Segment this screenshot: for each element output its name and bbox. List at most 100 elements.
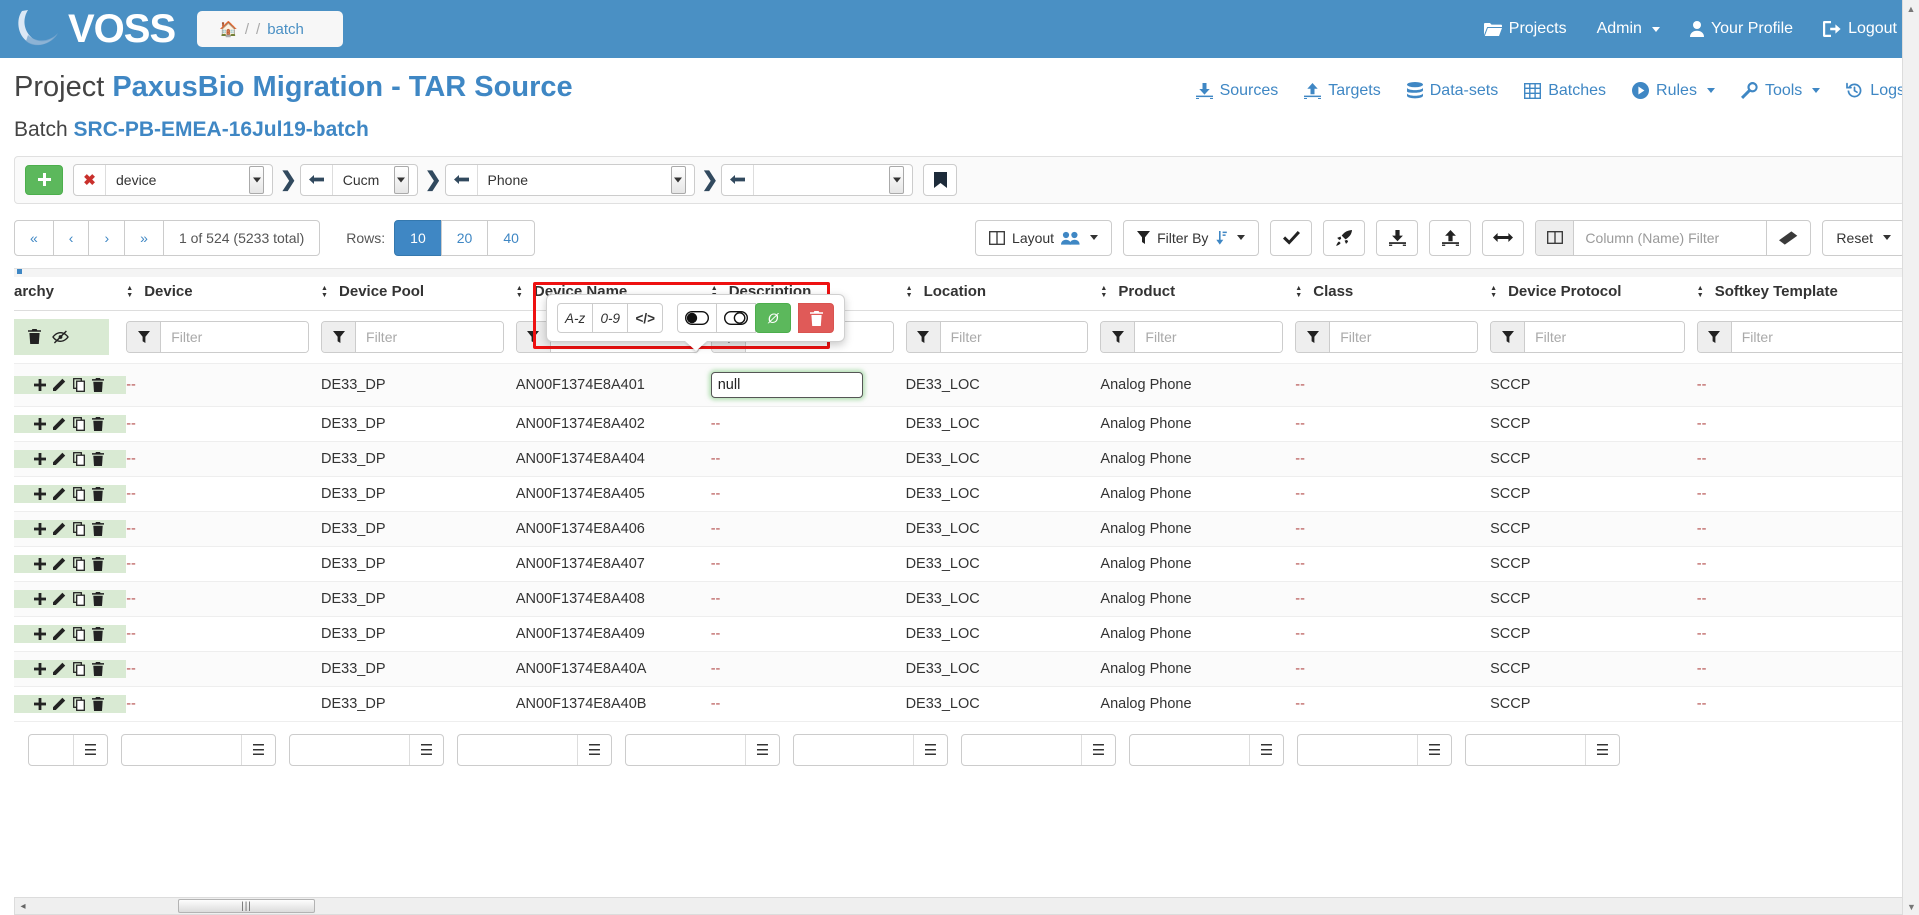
table-row[interactable]: --DE33_DPAN00F1374E8A407--DE33_LOCAnalog…	[14, 546, 1919, 581]
cell-device_protocol[interactable]: SCCP	[1490, 686, 1697, 721]
batch-name-link[interactable]: SRC-PB-EMEA-16Jul19-batch	[74, 118, 369, 141]
cell-product[interactable]: Analog Phone	[1100, 616, 1295, 651]
plus-icon[interactable]	[34, 453, 46, 465]
cell-softkey_template[interactable]: --	[1697, 511, 1919, 546]
footer-input-0[interactable]: ☰	[28, 734, 108, 766]
table-row[interactable]: --DE33_DPAN00F1374E8A40B--DE33_LOCAnalog…	[14, 686, 1919, 721]
bars-icon[interactable]: ☰	[577, 735, 611, 765]
cell-class[interactable]: --	[1295, 363, 1490, 406]
cell-device_pool[interactable]: DE33_DP	[321, 363, 516, 406]
filter-icon[interactable]	[1296, 322, 1330, 352]
horizontal-scrollbar-thumb[interactable]: |||	[178, 899, 315, 913]
add-selector-button[interactable]	[25, 165, 63, 195]
column-header-device-protocol[interactable]: Device Protocol	[1490, 279, 1697, 311]
nav-data-sets[interactable]: Data-sets	[1407, 82, 1498, 100]
trash-icon[interactable]	[92, 592, 104, 606]
cell-product[interactable]: Analog Phone	[1100, 476, 1295, 511]
filter-input-class[interactable]	[1330, 322, 1477, 352]
plus-icon[interactable]	[34, 488, 46, 500]
column-header-softkey-template[interactable]: Softkey Template	[1697, 279, 1919, 311]
page-next-button[interactable]: ›	[88, 220, 125, 256]
table-row[interactable]: --DE33_DPAN00F1374E8A402--DE33_LOCAnalog…	[14, 406, 1919, 441]
bars-icon[interactable]: ☰	[1249, 735, 1283, 765]
cell-device_protocol[interactable]: SCCP	[1490, 651, 1697, 686]
breadcrumb[interactable]: 🏠 / / batch	[197, 11, 343, 47]
bars-icon[interactable]: ☰	[1585, 735, 1619, 765]
cell-device_protocol[interactable]: SCCP	[1490, 511, 1697, 546]
plus-icon[interactable]	[34, 558, 46, 570]
pencil-icon[interactable]	[53, 662, 66, 675]
select-empty[interactable]	[754, 165, 912, 195]
cell-device_name[interactable]: AN00F1374E8A40B	[516, 686, 711, 721]
cell-device_pool[interactable]: DE33_DP	[321, 406, 516, 441]
bars-icon[interactable]: ☰	[1081, 735, 1115, 765]
cell-device_name[interactable]: AN00F1374E8A401	[516, 363, 711, 406]
cell-device_pool[interactable]: DE33_DP	[321, 476, 516, 511]
table-row[interactable]: --DE33_DPAN00F1374E8A401nullDE33_LOCAnal…	[14, 363, 1919, 406]
sort-icon[interactable]	[1295, 285, 1306, 299]
cell-class[interactable]: --	[1295, 546, 1490, 581]
table-top-scroll-indicator[interactable]	[14, 268, 1905, 277]
table-row[interactable]: --DE33_DPAN00F1374E8A404--DE33_LOCAnalog…	[14, 441, 1919, 476]
table-row[interactable]: --DE33_DPAN00F1374E8A408--DE33_LOCAnalog…	[14, 581, 1919, 616]
column-header-product[interactable]: Product	[1100, 279, 1295, 311]
filter-input-device-pool[interactable]	[356, 322, 503, 352]
back-arrow-icon[interactable]	[301, 165, 333, 195]
select-device[interactable]: device	[106, 165, 272, 195]
plus-icon[interactable]	[34, 379, 46, 391]
scroll-left-arrow-icon[interactable]: ◂	[15, 901, 31, 912]
cell-device_protocol[interactable]: SCCP	[1490, 546, 1697, 581]
copy-icon[interactable]	[73, 557, 85, 571]
cell-softkey_template[interactable]: --	[1697, 686, 1919, 721]
cell-location[interactable]: DE33_LOC	[906, 406, 1101, 441]
back-arrow-icon[interactable]	[722, 165, 754, 195]
trash-icon[interactable]	[92, 487, 104, 501]
cell-device_name[interactable]: AN00F1374E8A409	[516, 616, 711, 651]
cell-device[interactable]: --	[126, 363, 321, 406]
cell-device_protocol[interactable]: SCCP	[1490, 441, 1697, 476]
footer-input-2[interactable]: ☰	[289, 734, 444, 766]
cell-softkey_template[interactable]: --	[1697, 616, 1919, 651]
plus-icon[interactable]	[34, 523, 46, 535]
remove-x-icon[interactable]: ✖	[74, 165, 106, 195]
footer-input-5[interactable]: ☰	[793, 734, 948, 766]
cell-device_pool[interactable]: DE33_DP	[321, 511, 516, 546]
cell-device_name[interactable]: AN00F1374E8A407	[516, 546, 711, 581]
pencil-icon[interactable]	[53, 557, 66, 570]
editing-cell-input[interactable]: null	[711, 372, 863, 398]
cell-device[interactable]: --	[126, 686, 321, 721]
select-phone[interactable]: Phone	[478, 165, 694, 195]
sort-icon[interactable]	[126, 285, 137, 299]
footer-input-9[interactable]: ☰	[1465, 734, 1620, 766]
cell-device_pool[interactable]: DE33_DP	[321, 581, 516, 616]
cell-description[interactable]: --	[711, 651, 906, 686]
bars-icon[interactable]: ☰	[913, 735, 947, 765]
cell-location[interactable]: DE33_LOC	[906, 616, 1101, 651]
pencil-icon[interactable]	[53, 697, 66, 710]
cell-device_name[interactable]: AN00F1374E8A404	[516, 441, 711, 476]
nav-your-profile[interactable]: Your Profile	[1690, 20, 1793, 38]
cell-device_pool[interactable]: DE33_DP	[321, 546, 516, 581]
chevron-down-icon[interactable]	[249, 166, 264, 194]
cell-location[interactable]: DE33_LOC	[906, 651, 1101, 686]
footer-input-8[interactable]: ☰	[1297, 734, 1452, 766]
cell-class[interactable]: --	[1295, 406, 1490, 441]
cell-location[interactable]: DE33_LOC	[906, 581, 1101, 616]
regex-code-button[interactable]: </>	[627, 303, 663, 333]
sort-icon[interactable]	[1100, 285, 1111, 299]
pencil-icon[interactable]	[53, 417, 66, 430]
cell-softkey_template[interactable]: --	[1697, 406, 1919, 441]
cell-device_protocol[interactable]: SCCP	[1490, 363, 1697, 406]
rows-option-20[interactable]: 20	[441, 220, 489, 256]
trash-icon[interactable]	[92, 662, 104, 676]
cell-class[interactable]: --	[1295, 511, 1490, 546]
pencil-icon[interactable]	[53, 627, 66, 640]
cell-product[interactable]: Analog Phone	[1100, 686, 1295, 721]
vertical-scrollbar[interactable]: ▲ ▼	[1902, 0, 1919, 915]
filter-input-product[interactable]	[1135, 322, 1282, 352]
cell-softkey_template[interactable]: --	[1697, 651, 1919, 686]
filter-input-device-protocol[interactable]	[1525, 322, 1684, 352]
sort-icon[interactable]	[516, 285, 527, 299]
horizontal-scrollbar[interactable]: ◂ |||	[14, 897, 1906, 915]
copy-icon[interactable]	[73, 662, 85, 676]
